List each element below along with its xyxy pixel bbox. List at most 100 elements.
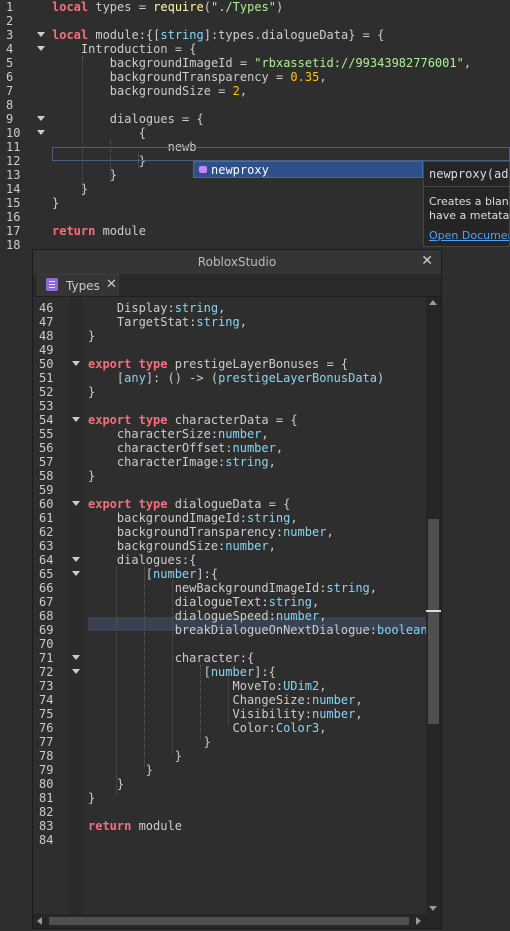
autocomplete-item-newproxy[interactable]: newproxy (211, 163, 269, 177)
code-area[interactable]: Display:string, TargetStat:string,}​expo… (88, 301, 426, 847)
code-line[interactable]: return module (88, 819, 426, 833)
line-number: 52 (39, 385, 54, 399)
indent-guide (116, 567, 117, 795)
fold-arrow-icon[interactable] (72, 669, 80, 674)
scroll-up-arrow-icon[interactable] (429, 300, 437, 305)
code-line[interactable]: dialogues = { (52, 112, 510, 126)
code-line[interactable]: } (88, 329, 426, 343)
fold-slot (69, 693, 83, 707)
fold-slot (69, 315, 83, 329)
code-line[interactable]: ​ (88, 833, 426, 847)
code-line[interactable]: ​ (52, 98, 510, 112)
fold-slot (69, 511, 83, 525)
line-number: 56 (39, 441, 54, 455)
scroll-right-arrow-icon[interactable] (416, 917, 421, 925)
fold-arrow-icon[interactable] (72, 501, 80, 506)
code-line[interactable]: Color:Color3, (88, 721, 426, 735)
fold-arrow-icon[interactable] (37, 116, 45, 121)
code-line[interactable]: } (88, 777, 426, 791)
code-line[interactable]: characterSize:number, (88, 427, 426, 441)
code-line[interactable]: } (88, 749, 426, 763)
code-line[interactable]: local module:{[string]:types.dialogueDat… (52, 28, 510, 42)
code-line[interactable]: } (88, 469, 426, 483)
line-number: 60 (39, 497, 54, 511)
line-number: 84 (39, 833, 54, 847)
code-line[interactable]: ​ (52, 14, 510, 28)
scrollbar-thumb[interactable] (49, 917, 409, 925)
line-number: 64 (39, 553, 54, 567)
roblox-studio-window[interactable]: RobloxStudio ✕ Types ✕ 46 47 48 49 50 51 52 53 5… (32, 249, 442, 929)
divider (424, 186, 509, 187)
horizontal-scrollbar[interactable] (33, 914, 441, 928)
fold-arrow-icon[interactable] (37, 32, 45, 37)
code-line[interactable]: ChangeSize:number, (88, 693, 426, 707)
code-line[interactable]: newBackgroundImageId:string, (88, 581, 426, 595)
code-line[interactable]: backgroundSize = 2, (52, 84, 510, 98)
fold-slot (69, 497, 83, 511)
code-line[interactable]: } (88, 791, 426, 805)
autocomplete-list[interactable]: newproxy (193, 161, 423, 178)
scroll-down-arrow-icon[interactable] (429, 906, 437, 911)
code-line[interactable]: characterImage:string, (88, 455, 426, 469)
window-title: RobloxStudio (197, 255, 277, 269)
code-line[interactable]: backgroundImageId = "rbxassetid://993439… (52, 56, 510, 70)
code-line[interactable]: } (88, 763, 426, 777)
code-line[interactable]: breakDialogueOnNextDialogue:boolean, (88, 623, 426, 637)
fold-margin[interactable] (34, 0, 48, 260)
code-line[interactable]: Display:string, (88, 301, 426, 315)
code-line[interactable]: [number]:{ (88, 567, 426, 581)
code-line[interactable]: dialogues:{ (88, 553, 426, 567)
fold-arrow-icon[interactable] (37, 130, 45, 135)
code-line[interactable]: } (88, 385, 426, 399)
code-line[interactable]: } (88, 735, 426, 749)
code-line[interactable]: ​ (88, 805, 426, 819)
code-line[interactable]: backgroundImageId:string, (88, 511, 426, 525)
close-tab-button[interactable]: ✕ (106, 277, 117, 292)
open-documentation-link[interactable]: Open Document (429, 229, 509, 242)
code-line[interactable]: ​ (88, 343, 426, 357)
code-line[interactable]: { (52, 126, 510, 140)
code-line[interactable]: Visibility:number, (88, 707, 426, 721)
scrollbar-thumb[interactable] (428, 519, 439, 724)
indent-guide (200, 665, 201, 739)
fold-arrow-icon[interactable] (72, 557, 80, 562)
fold-arrow-icon[interactable] (72, 417, 80, 422)
code-line[interactable]: dialogueSpeed:number, (88, 609, 426, 623)
code-line[interactable]: [any]: () -> (prestigeLayerBonusData) (88, 371, 426, 385)
code-line[interactable]: export type characterData = { (88, 413, 426, 427)
code-line[interactable]: TargetStat:string, (88, 315, 426, 329)
code-line[interactable]: [number]:{ (88, 665, 426, 679)
fold-slot (34, 182, 48, 196)
fold-arrow-icon[interactable] (72, 361, 80, 366)
code-line[interactable]: backgroundTransparency:number, (88, 525, 426, 539)
code-line[interactable]: character:{ (88, 651, 426, 665)
code-line[interactable]: ​ (88, 637, 426, 651)
code-line[interactable]: characterOffset:number, (88, 441, 426, 455)
fold-slot (34, 14, 48, 28)
fold-markers[interactable] (69, 301, 83, 847)
code-line[interactable]: Introduction = { (52, 42, 510, 56)
tab-types[interactable]: Types ✕ (37, 274, 119, 296)
code-line[interactable]: MoveTo:UDim2, (88, 679, 426, 693)
line-number: 74 (39, 693, 54, 707)
close-window-button[interactable]: ✕ (421, 253, 433, 269)
code-line[interactable]: local types = require("./Types") (52, 0, 510, 14)
code-line[interactable]: dialogueText:string, (88, 595, 426, 609)
vertical-scrollbar[interactable] (426, 297, 441, 914)
code-line[interactable]: ​ (88, 483, 426, 497)
code-line[interactable]: export type dialogueData = { (88, 497, 426, 511)
fold-slot (69, 441, 83, 455)
code-line[interactable]: ​ (88, 399, 426, 413)
code-line[interactable]: backgroundSize:number, (88, 539, 426, 553)
scroll-left-arrow-icon[interactable] (37, 917, 42, 925)
code-line[interactable]: export type prestigeLayerBonuses = { (88, 357, 426, 371)
fold-arrow-icon[interactable] (72, 655, 80, 660)
fold-slot (34, 28, 48, 42)
fold-arrow-icon[interactable] (72, 571, 80, 576)
function-description: Creates a blank u have a metatabl (429, 195, 510, 222)
types-script-editor[interactable]: 46 47 48 49 50 51 52 53 54 55 56 57 58 59 60 61 62 63 64 65… (33, 297, 426, 914)
window-titlebar[interactable]: RobloxStudio ✕ (33, 250, 441, 275)
fold-arrow-icon[interactable] (37, 46, 45, 51)
tab-strip: Types ✕ (33, 274, 441, 297)
code-line[interactable]: backgroundTransparency = 0.35, (52, 70, 510, 84)
